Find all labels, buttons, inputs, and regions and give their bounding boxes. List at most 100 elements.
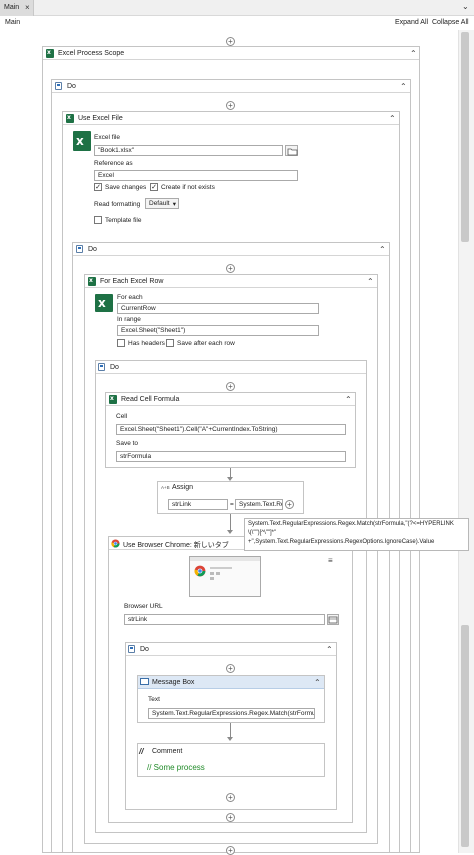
excel-icon: x [46, 49, 54, 58]
message-box-icon [140, 678, 149, 685]
reference-as-field[interactable]: Excel [94, 170, 298, 181]
for-each-title: For Each Excel Row [100, 278, 164, 285]
message-text-label: Text [148, 696, 160, 703]
do-inner-title: Do [88, 246, 97, 253]
tooltip-line-3: +",System.Text.RegularExpressions.RegexO… [248, 539, 435, 545]
scrollbar-thumb[interactable] [461, 625, 469, 847]
do-inner-header [73, 243, 389, 256]
folder-icon [287, 148, 298, 156]
chrome-icon [111, 539, 120, 548]
browser-title: Use Browser Chrome: 新しいタブ [123, 542, 229, 549]
save-to-label: Save to [116, 440, 139, 447]
excel-scope-title: Excel Process Scope [58, 50, 125, 57]
read-formatting-label: Read formatting [94, 201, 141, 208]
collapse-icon[interactable]: ⌃ [326, 645, 333, 654]
add-assignment-plus-icon[interactable]: + [285, 500, 294, 509]
create-if-not-exists-checkbox[interactable]: ✓ [150, 183, 158, 191]
connector-line [230, 514, 231, 531]
reference-as-label: Reference as [94, 160, 133, 167]
tab-main-label: Main [4, 4, 20, 11]
template-file-label: Template file [105, 217, 142, 224]
browser-url-options-button[interactable] [327, 614, 339, 625]
collapse-icon[interactable]: ⌃ [410, 49, 417, 58]
assign-equals: = [230, 501, 234, 508]
connector-arrow-icon [227, 530, 233, 534]
connector-line [230, 723, 231, 738]
save-after-each-row-label: Save after each row [177, 340, 235, 347]
excel-file-label: Excel file [94, 134, 121, 141]
excel-icon: x [109, 395, 117, 404]
collapse-icon[interactable]: ⌃ [400, 82, 407, 91]
message-box-title: Message Box [152, 679, 195, 686]
sequence-icon [128, 645, 135, 653]
add-activity-plus-icon[interactable]: + [226, 37, 235, 46]
sequence-icon [98, 363, 105, 371]
assign-icon: A+B [161, 485, 170, 490]
save-to-field[interactable]: strFormula [116, 451, 346, 462]
connector-arrow-icon [227, 737, 233, 741]
do-outer-title: Do [67, 83, 76, 90]
expand-all-button[interactable]: Expand All [395, 19, 428, 26]
tab-dropdown-icon[interactable]: ⌄ [462, 2, 469, 11]
cell-field[interactable]: Excel.Sheet("Sheet1").Cell("A"+CurrentIn… [116, 424, 346, 435]
tab-bar [0, 0, 474, 16]
read-formatting-select[interactable]: Default ▾ [145, 198, 179, 209]
do-outer-header [52, 80, 410, 93]
breadcrumb[interactable]: Main [5, 19, 20, 26]
assign-right-field[interactable]: System.Text.Re [235, 499, 283, 510]
add-activity-plus-icon[interactable]: + [226, 846, 235, 855]
sequence-icon [55, 82, 62, 90]
read-cell-title: Read Cell Formula [121, 396, 180, 403]
read-formatting-value: Default [149, 200, 170, 207]
tooltip-line-1: System.Text.RegularExpressions.Regex.Mat… [248, 521, 454, 527]
excel-file-icon: x [73, 131, 91, 151]
add-activity-plus-icon[interactable]: + [226, 382, 235, 391]
excel-icon: x [88, 277, 96, 286]
template-file-checkbox[interactable] [94, 216, 102, 224]
chrome-icon [194, 565, 206, 577]
browser-icon [328, 616, 338, 624]
save-changes-label: Save changes [105, 184, 147, 191]
message-text-field[interactable]: System.Text.RegularExpressions.Regex.Mat… [148, 708, 315, 719]
collapse-icon[interactable]: ⌃ [345, 395, 352, 404]
in-range-label: In range [117, 316, 141, 323]
save-after-each-row-checkbox[interactable] [166, 339, 174, 347]
in-range-field[interactable]: Excel.Sheet("Sheet1") [117, 325, 319, 336]
do-browser-title: Do [140, 646, 149, 653]
create-if-not-exists-label: Create if not exists [161, 184, 215, 191]
has-headers-checkbox[interactable] [117, 339, 125, 347]
dropdown-arrow-icon: ▾ [172, 201, 176, 208]
add-activity-plus-icon[interactable]: + [226, 664, 235, 673]
add-activity-plus-icon[interactable]: + [226, 264, 235, 273]
excel-row-icon: x [95, 294, 113, 312]
browser-url-label: Browser URL [124, 603, 163, 610]
browser-url-field[interactable]: strLink [124, 614, 325, 625]
add-activity-plus-icon[interactable]: + [226, 813, 235, 822]
sequence-icon [76, 245, 83, 253]
collapse-icon[interactable]: ⌃ [367, 277, 374, 286]
tab-close-icon[interactable]: × [25, 3, 30, 12]
for-each-field[interactable]: CurrentRow [117, 303, 319, 314]
comment-text[interactable]: // Some process [147, 763, 205, 772]
comment-title: Comment [152, 748, 183, 755]
collapse-all-button[interactable]: Collapse All [432, 19, 469, 26]
add-activity-plus-icon[interactable]: + [226, 793, 235, 802]
use-excel-title: Use Excel File [78, 115, 123, 122]
excel-icon: x [66, 114, 74, 123]
for-each-label: For each [117, 294, 143, 301]
menu-icon[interactable]: ≡ [328, 556, 333, 565]
collapse-icon[interactable]: ⌃ [389, 114, 396, 123]
excel-file-field[interactable]: "Book1.xlsx" [94, 145, 283, 156]
save-changes-checkbox[interactable]: ✓ [94, 183, 102, 191]
scrollbar-thumb-top[interactable] [461, 32, 469, 242]
collapse-icon[interactable]: ⌃ [314, 678, 321, 687]
browse-button[interactable] [285, 145, 298, 156]
has-headers-label: Has headers [128, 340, 165, 347]
do-loop-header [96, 361, 366, 374]
add-activity-plus-icon[interactable]: + [226, 101, 235, 110]
cell-label: Cell [116, 413, 128, 420]
expression-tooltip: System.Text.RegularExpressions.Regex.Mat… [244, 518, 469, 551]
browser-preview-thumbnail[interactable] [189, 556, 261, 597]
assign-left-field[interactable]: strLink [168, 499, 228, 510]
collapse-icon[interactable]: ⌃ [379, 245, 386, 254]
